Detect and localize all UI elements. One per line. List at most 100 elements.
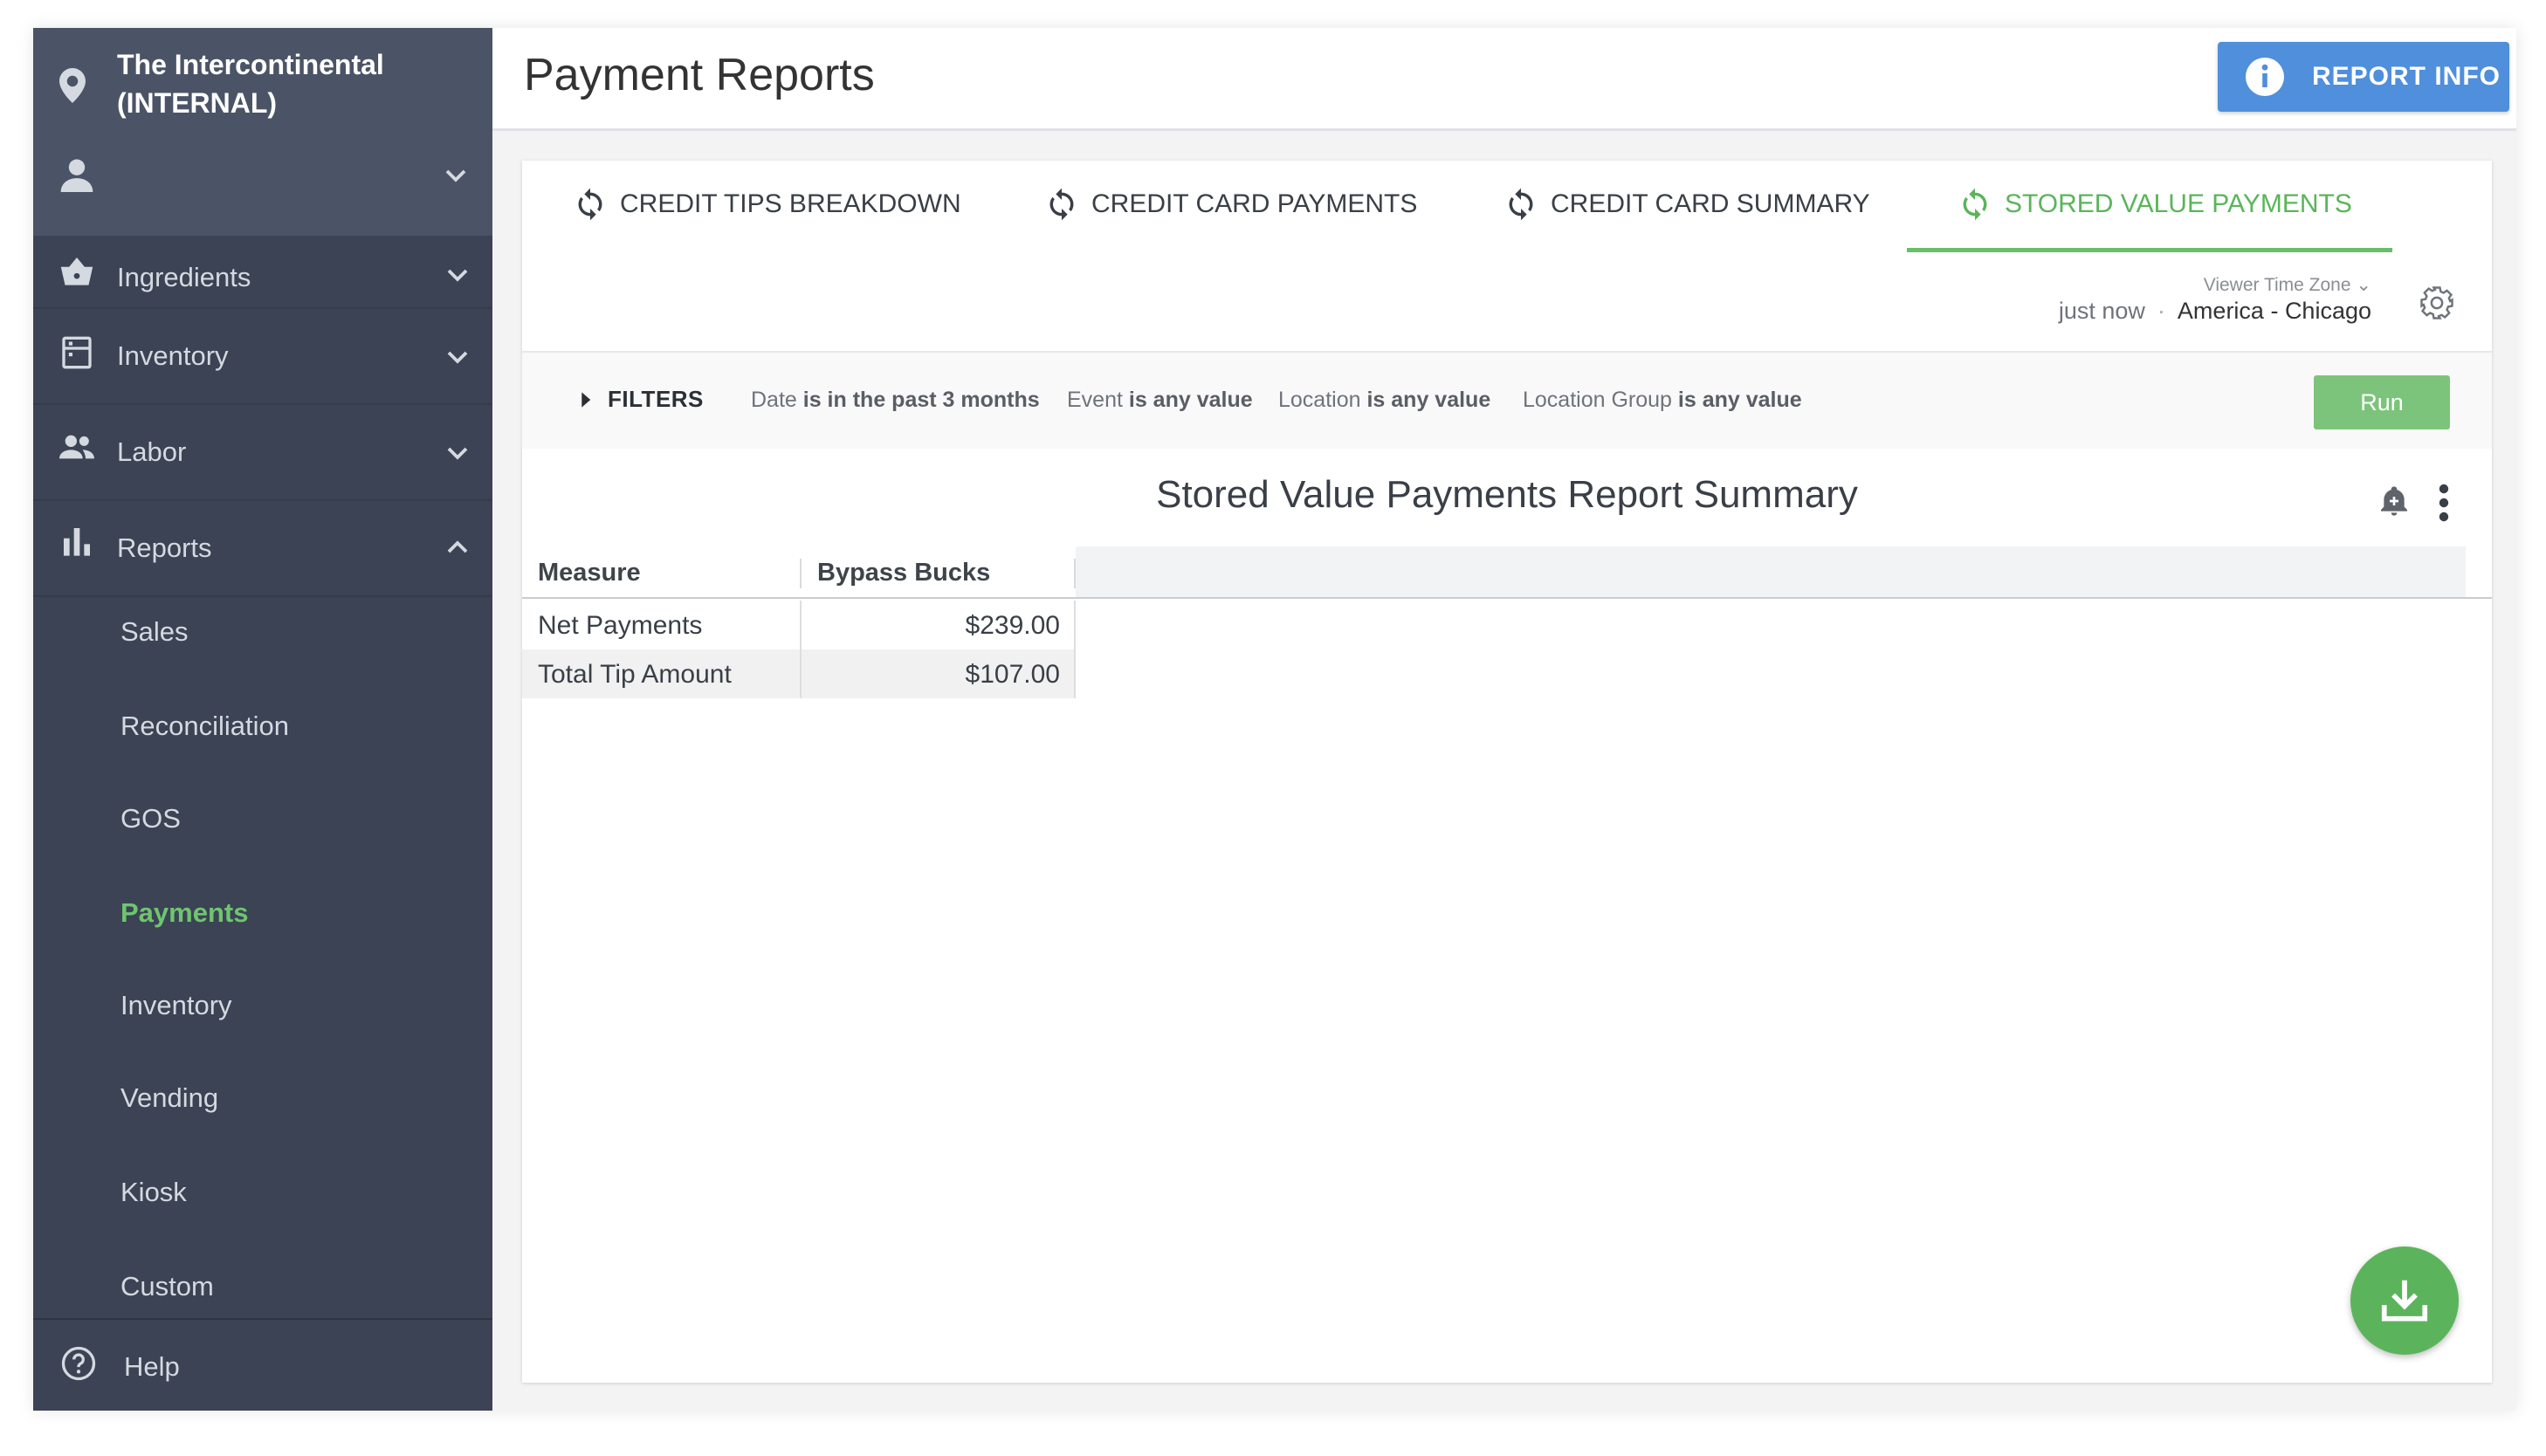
sidebar-subitem-sales[interactable]: Sales bbox=[120, 616, 189, 648]
chevron-down-icon bbox=[447, 269, 468, 282]
tab-label: CREDIT TIPS BREAKDOWN bbox=[620, 189, 961, 218]
download-button[interactable] bbox=[2350, 1247, 2459, 1355]
run-button[interactable]: Run bbox=[2314, 375, 2450, 429]
filter-condition: is any value bbox=[1128, 388, 1253, 412]
tab-credit-card-payments[interactable]: CREDIT CARD PAYMENTS bbox=[1044, 185, 1417, 223]
cell-divider bbox=[800, 601, 802, 649]
sidebar-subitem-custom[interactable]: Custom bbox=[120, 1271, 214, 1302]
timezone-label-text: Viewer Time Zone bbox=[2203, 275, 2351, 295]
filter-condition: is in the past 3 months bbox=[802, 388, 1040, 412]
timezone-selector[interactable]: Viewer Time Zone ⌄ just now · America - Ch… bbox=[2059, 274, 2371, 325]
sidebar-item-label: Ingredients bbox=[117, 262, 251, 292]
filter-location-group: Location Group is any value bbox=[1523, 388, 1802, 413]
refresh-icon bbox=[578, 188, 602, 221]
page-header: Payment Reports REPORT INFO bbox=[492, 28, 2516, 131]
refresh-icon bbox=[1049, 188, 1074, 221]
refresh-icon bbox=[1509, 188, 1533, 221]
sidebar-subitem-payments[interactable]: Payments bbox=[120, 897, 248, 929]
more-vertical-icon[interactable] bbox=[2438, 484, 2450, 522]
sidebar-header: The Intercontinental (INTERNAL) bbox=[33, 28, 492, 236]
filter-field: Date bbox=[751, 388, 797, 412]
sidebar-subitem-inventory[interactable]: Inventory bbox=[120, 990, 232, 1021]
tab-credit-tips-breakdown[interactable]: CREDIT TIPS BREAKDOWN bbox=[573, 185, 961, 223]
filter-condition: is any value bbox=[1366, 388, 1491, 412]
sidebar-subitem-vending[interactable]: Vending bbox=[120, 1082, 218, 1114]
sidebar-subitem-kiosk[interactable]: Kiosk bbox=[120, 1177, 187, 1208]
gear-icon[interactable] bbox=[2419, 285, 2455, 321]
sidebar-subitem-gos[interactable]: GOS bbox=[120, 803, 181, 834]
column-separator bbox=[1074, 559, 1076, 588]
filter-date: Date is in the past 3 months bbox=[751, 388, 1040, 413]
row-measure: Net Payments bbox=[538, 611, 703, 640]
help-circle-icon bbox=[61, 1346, 96, 1381]
report-card: CREDIT TIPS BREAKDOWN CREDIT CARD PAYMEN… bbox=[522, 161, 2492, 1383]
table-header: Measure Bypass Bucks bbox=[522, 546, 2492, 599]
timezone-value: America - Chicago bbox=[2177, 298, 2371, 324]
tab-credit-card-summary[interactable]: CREDIT CARD SUMMARY bbox=[1504, 185, 1870, 223]
bell-add-icon[interactable] bbox=[2377, 484, 2412, 519]
chevron-up-icon bbox=[447, 540, 468, 553]
location-name-line2: (INTERNAL) bbox=[117, 87, 278, 119]
location-name-line1: The Intercontinental bbox=[117, 49, 384, 80]
page-title: Payment Reports bbox=[524, 50, 875, 100]
cell-divider bbox=[800, 649, 802, 698]
column-separator bbox=[800, 559, 802, 588]
bar-chart-icon bbox=[64, 528, 90, 556]
location-selector[interactable]: The Intercontinental (INTERNAL) bbox=[59, 45, 384, 122]
filters-toggle[interactable]: FILTERS bbox=[580, 386, 704, 413]
sidebar-item-label: Inventory bbox=[117, 340, 229, 371]
separator-dot: · bbox=[2157, 298, 2165, 324]
sidebar-item-label: Labor bbox=[117, 436, 187, 467]
filter-condition: is any value bbox=[1677, 388, 1802, 412]
basket-icon bbox=[60, 258, 93, 285]
column-header-bypass-bucks: Bypass Bucks bbox=[817, 559, 991, 587]
cell-divider bbox=[1074, 649, 1076, 698]
report-tabs: CREDIT TIPS BREAKDOWN CREDIT CARD PAYMEN… bbox=[522, 161, 2492, 257]
row-value: $107.00 bbox=[965, 660, 1060, 689]
table-row: Total Tip Amount $107.00 bbox=[522, 649, 1076, 698]
sidebar-item-label: Reports bbox=[117, 532, 212, 563]
filter-field: Event bbox=[1067, 388, 1123, 412]
sidebar-item-help[interactable]: Help bbox=[33, 1318, 492, 1411]
table-header-fill bbox=[1076, 546, 2466, 597]
filter-field: Location Group bbox=[1523, 388, 1672, 412]
sidebar-item-inventory[interactable]: Inventory bbox=[33, 311, 492, 405]
last-updated: just now bbox=[2058, 298, 2145, 324]
sidebar-item-ingredients[interactable]: Ingredients bbox=[33, 236, 492, 309]
filters-toggle-label: FILTERS bbox=[608, 386, 704, 412]
report-info-label: REPORT INFO bbox=[2312, 62, 2501, 91]
people-icon bbox=[59, 435, 94, 459]
row-measure: Total Tip Amount bbox=[538, 660, 732, 689]
info-icon bbox=[2246, 58, 2284, 96]
cell-divider bbox=[1074, 601, 1076, 649]
active-tab-indicator bbox=[1907, 248, 2392, 252]
tab-stored-value-payments[interactable]: STORED VALUE PAYMENTS bbox=[1958, 185, 2352, 223]
chevron-down-icon: ⌄ bbox=[2356, 275, 2371, 295]
sidebar: The Intercontinental (INTERNAL) Ingredie… bbox=[33, 28, 492, 1411]
location-pin-icon bbox=[59, 68, 86, 103]
chevron-down-icon bbox=[447, 351, 468, 364]
app-window: The Intercontinental (INTERNAL) Ingredie… bbox=[33, 28, 2516, 1411]
caret-right-icon bbox=[581, 391, 591, 408]
tab-label: STORED VALUE PAYMENTS bbox=[2005, 189, 2352, 218]
filters-bar: FILTERS Date is in the past 3 months Eve… bbox=[522, 353, 2492, 449]
download-icon bbox=[2381, 1280, 2428, 1322]
tab-label: CREDIT CARD PAYMENTS bbox=[1091, 189, 1418, 218]
sidebar-item-labor[interactable]: Labor bbox=[33, 407, 492, 501]
column-header-measure: Measure bbox=[538, 559, 641, 587]
person-icon bbox=[60, 159, 93, 192]
timezone-label: Viewer Time Zone ⌄ bbox=[2059, 274, 2371, 296]
sidebar-subitem-reconciliation[interactable]: Reconciliation bbox=[120, 711, 289, 742]
user-menu[interactable] bbox=[59, 148, 470, 201]
sidebar-item-reports[interactable]: Reports bbox=[33, 503, 492, 597]
filter-field: Location bbox=[1278, 388, 1361, 412]
filter-location: Location is any value bbox=[1278, 388, 1490, 413]
chevron-down-icon bbox=[447, 447, 468, 460]
chevron-down-icon bbox=[445, 169, 466, 182]
location-name: The Intercontinental (INTERNAL) bbox=[117, 45, 384, 122]
help-label: Help bbox=[124, 1351, 180, 1382]
clipboard-icon bbox=[62, 336, 92, 369]
report-info-button[interactable]: REPORT INFO bbox=[2218, 42, 2509, 112]
table-row: Net Payments $239.00 bbox=[522, 601, 1076, 649]
refresh-icon bbox=[1963, 188, 1987, 221]
